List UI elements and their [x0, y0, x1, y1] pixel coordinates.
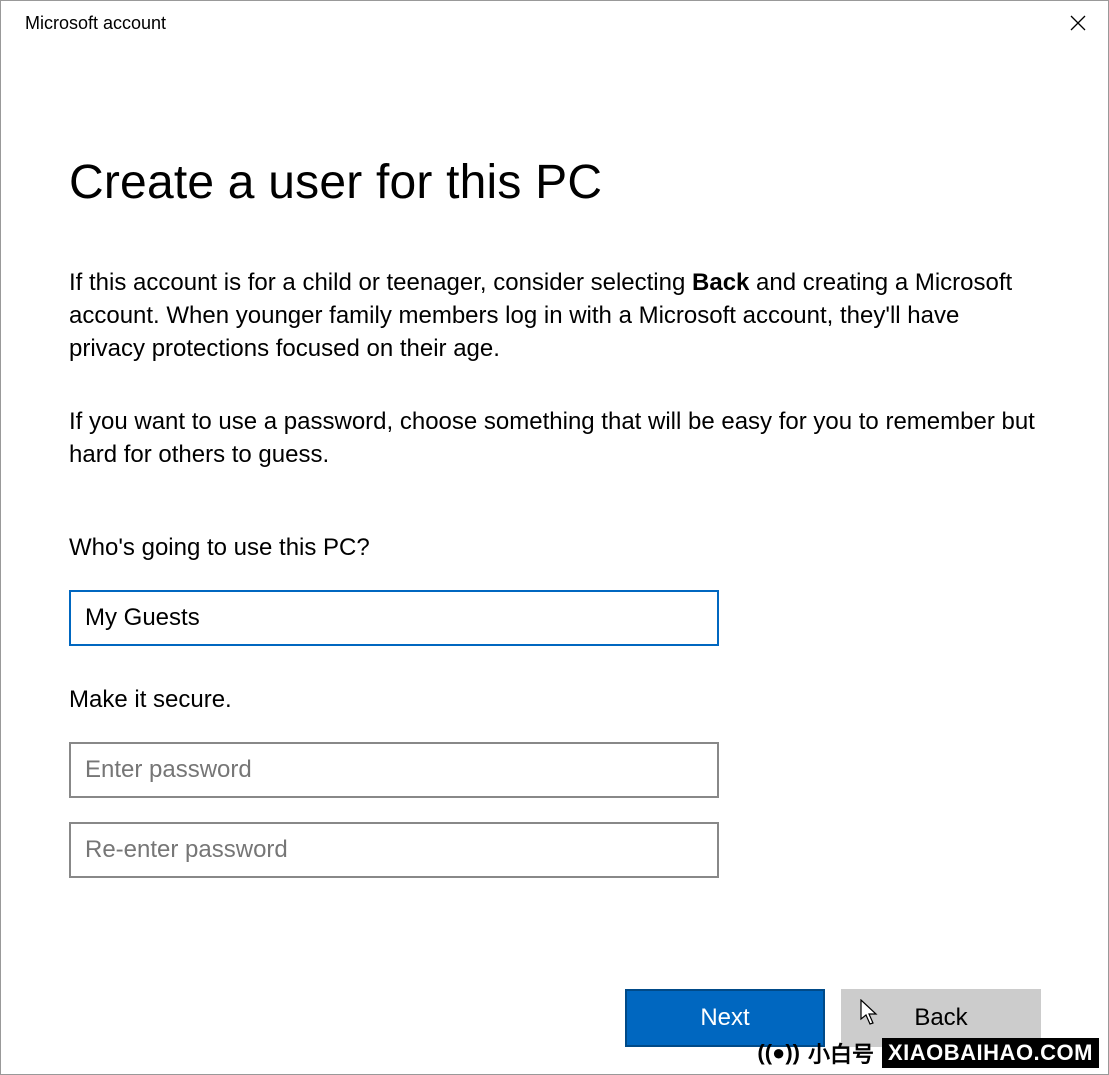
content-area: Create a user for this PC If this accoun…: [1, 45, 1108, 1074]
watermark-branding: ((●)) 小白号 XIAOBAIHAO.COM: [757, 1037, 1099, 1069]
username-label: Who's going to use this PC?: [69, 534, 719, 562]
close-icon: [1070, 15, 1086, 31]
password-input[interactable]: [69, 742, 719, 798]
branding-domain: XIAOBAIHAO.COM: [882, 1038, 1099, 1068]
branding-name: 小白号: [808, 1037, 874, 1069]
window-title: Microsoft account: [25, 13, 166, 34]
close-button[interactable]: [1048, 1, 1108, 45]
info-paragraph-1-bold: Back: [692, 269, 749, 296]
broadcast-icon: ((●)): [757, 1040, 800, 1066]
password-section-label: Make it secure.: [69, 686, 719, 714]
info-paragraph-2: If you want to use a password, choose so…: [69, 405, 1040, 471]
page-heading: Create a user for this PC: [69, 155, 1040, 210]
info-paragraph-1: If this account is for a child or teenag…: [69, 266, 1040, 365]
account-dialog: Microsoft account Create a user for this…: [0, 0, 1109, 1075]
reenter-password-input[interactable]: [69, 822, 719, 878]
username-input[interactable]: [69, 590, 719, 646]
titlebar: Microsoft account: [1, 1, 1108, 45]
info-paragraph-1-pre: If this account is for a child or teenag…: [69, 269, 692, 296]
